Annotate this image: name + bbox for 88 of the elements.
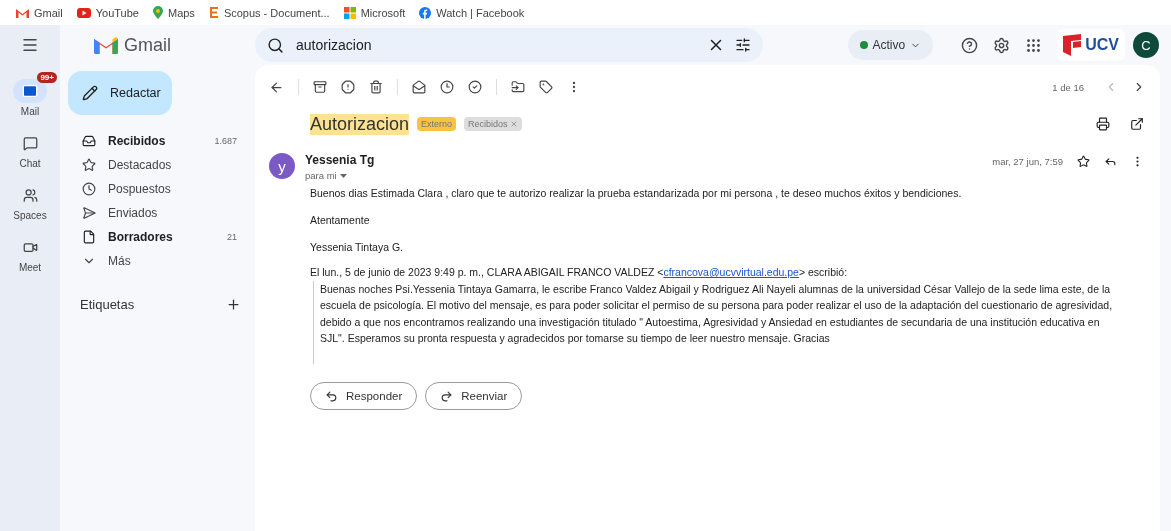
clock-icon[interactable] [440,80,454,94]
people-icon [22,187,38,203]
message-date: mar, 27 jun, 7:59 [992,155,1063,167]
folder-label: Enviados [108,206,159,220]
envelope-icon[interactable] [412,80,426,94]
rail-label: Chat [19,158,41,169]
message-paragraph: Atentamente [310,214,371,226]
action-button[interactable]: Responder [310,382,418,411]
printer-icon[interactable] [1096,117,1110,131]
sender-name: Yessenia Tg [305,153,376,167]
reply-icon [325,389,338,403]
facebook-logo-icon [419,6,432,19]
message-paragraph: Yessenia Tintaya G. [310,241,404,253]
label-chip[interactable]: Recibidos [464,117,522,131]
star-icon [82,158,96,172]
scopus-logo-icon [208,6,219,19]
app-name: Gmail [124,34,171,56]
folder-label: Más [108,254,132,268]
quote-header: El lun., 5 de junio de 2023 9:49 p. m., CLARA ABIGAIL FRANCO VALDEZ <cfrancova@ucvvirtual.edu.pe> escribió: [310,266,849,278]
trash-icon[interactable] [369,80,383,94]
file-icon [82,230,96,244]
compose-button[interactable]: Redactar [68,71,172,115]
apps-grid-icon [1024,36,1042,54]
email-link[interactable]: cfrancova@ucvvirtual.edu.pe [663,266,799,278]
bookmark-link[interactable]: Watch | Facebook [419,6,525,19]
pagination-text: 1 de 16 [1052,81,1084,93]
folder-label: Recibidos [108,134,167,148]
unread-badge: 99+ [37,72,57,83]
account-avatar[interactable]: C [1133,32,1159,58]
dropdown-caret-icon[interactable] [339,173,347,178]
inbox-icon [82,134,96,148]
label-icon[interactable] [539,80,553,94]
search-icon [267,36,284,54]
folder-item[interactable]: Recibidos 1.687 [60,129,255,153]
email-subject: Autorizacion [310,113,410,135]
move-folder-icon[interactable] [511,80,525,94]
labels-heading: Etiquetas [80,297,135,312]
windows-squares-icon [343,6,356,19]
bookmark-link[interactable]: Gmail [16,6,63,19]
archive-icon[interactable] [313,80,327,94]
forward-icon [440,389,454,403]
rail-label: Spaces [13,210,47,221]
gmail-logo-icon [16,7,29,18]
help-icon [960,36,978,54]
message-paragraph: Buenos dias Estimada Clara , claro que te autorizo realizar la prueba estandarizada por mi persona , te deseo muchos éxitos y bendiciones. [310,187,963,199]
folder-item[interactable]: Enviados [60,201,255,225]
rail-label: Mail [20,106,40,117]
bookmark-link[interactable]: YouTube [76,6,139,19]
organization-logo[interactable]: UCV [1057,29,1125,61]
bookmark-link[interactable]: Microsoft [343,6,406,19]
clock-icon [82,182,96,196]
search-field[interactable]: autorizacion [294,36,697,54]
shield-logo-icon [1063,34,1082,56]
action-button[interactable]: Reenviar [425,382,523,411]
search-bar[interactable]: autorizacion [255,28,763,62]
quoted-message: Buenas noches Psi.Yessenia Tintaya Gamarra, le escribe Franco Valdez Abigail y Rodriguez Ali Nayeli alumnas de la universidad César Vallejo de la sede lima este, de la escuela de psicología. El motivo del mensaje, es para poder solicitar el permiso de su persona para poder realizar el uso de la adaptación del cuestionario de agresividad, debido a que nos encontramos realizando una investigación titulado " Autoestima, Agresividad y Ansiedad en estudiantes de secundaria de una institución educativa en SJL". Esperamos su pronta respuesta y agradecidos por tomarse su tiempo de leer nuestro mensaje. Gracias [313,281,1120,365]
pencil-icon [82,85,98,101]
gmail-logo-icon [94,36,118,54]
rail-button[interactable] [13,79,47,103]
folder-item[interactable]: Destacados [60,153,255,177]
folder-count: 21 [227,232,237,242]
folder-label: Destacados [108,158,173,172]
rail-label: Meet [18,262,42,273]
envelope-icon [22,83,38,99]
recipient-text: para mi [305,170,337,181]
filter-sliders-icon[interactable] [735,37,751,53]
chat-icon [22,135,38,151]
folder-item[interactable]: Pospuestos [60,177,255,201]
report-spam-icon[interactable] [341,80,355,94]
star-icon[interactable] [1077,154,1090,168]
folder-count: 1.687 [214,136,237,146]
folder-label: Pospuestos [108,182,172,196]
open-new-window-icon[interactable] [1130,117,1144,131]
sender-avatar: y [269,153,295,179]
bookmark-link[interactable]: Maps [152,6,195,19]
check-circle-icon[interactable] [468,80,482,94]
map-pin-icon [152,6,163,19]
folder-item[interactable]: Borradores 21 [60,225,255,249]
send-icon [82,206,96,220]
status-dot-icon [859,41,868,49]
add-icon[interactable] [226,297,241,312]
folder-item[interactable]: Más [60,249,255,273]
menu-icon [21,36,39,54]
play-logo-icon [76,7,91,18]
folder-label: Borradores [108,230,174,244]
status-button[interactable]: Activo [847,30,934,60]
bookmark-link[interactable]: Scopus - Document... [208,6,330,19]
settings-icon [992,36,1010,54]
